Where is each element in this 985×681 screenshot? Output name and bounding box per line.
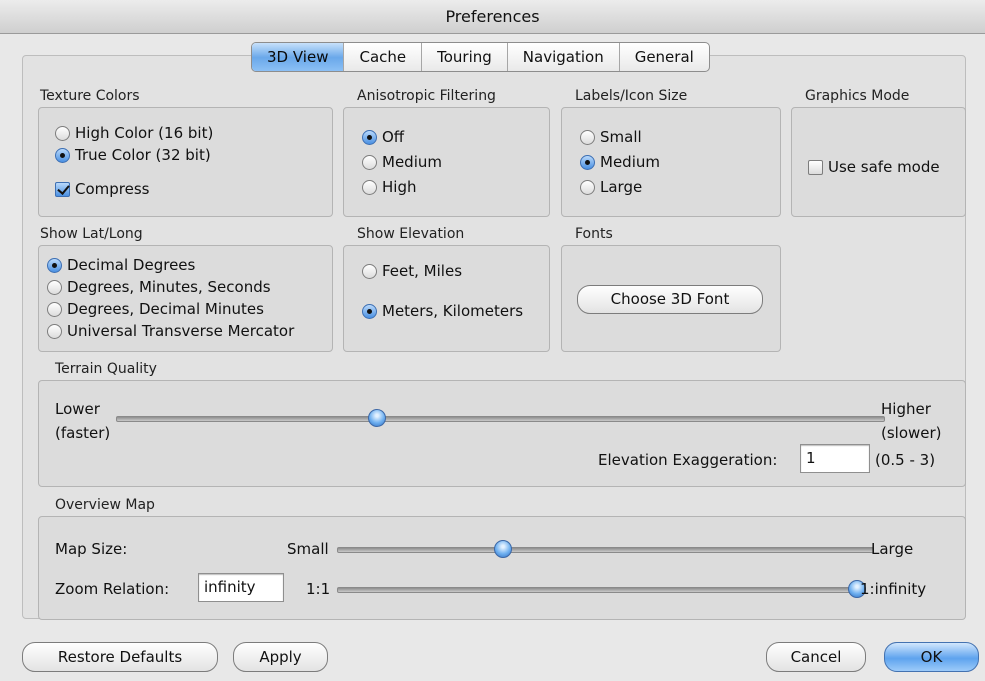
- zoom-relation-input[interactable]: infinity: [198, 573, 284, 602]
- radio-size-small[interactable]: Small: [580, 128, 642, 146]
- radio-button[interactable]: [580, 154, 595, 170]
- elevation-exaggeration-range: (0.5 - 3): [875, 451, 936, 469]
- elevation-exaggeration-label: Elevation Exaggeration:: [598, 451, 778, 469]
- radio-label: Medium: [600, 153, 660, 171]
- radio-button[interactable]: [362, 129, 377, 145]
- terrain-higher-label: Higher: [881, 400, 931, 418]
- radio-button[interactable]: [47, 301, 62, 317]
- map-size-label: Map Size:: [55, 540, 128, 558]
- radio-label: Medium: [382, 153, 442, 171]
- map-size-slider-knob[interactable]: [493, 540, 512, 558]
- radio-label: Degrees, Minutes, Seconds: [67, 278, 271, 296]
- map-size-small-label: Small: [287, 540, 329, 558]
- fonts-label: Fonts: [575, 226, 613, 242]
- safe-mode-checkbox[interactable]: Use safe mode: [808, 158, 940, 176]
- radio-size-large[interactable]: Large: [580, 178, 642, 196]
- overview-map-label: Overview Map: [55, 497, 155, 513]
- tab-bar: 3D View Cache Touring Navigation General: [251, 42, 710, 72]
- radio-button[interactable]: [47, 279, 62, 295]
- checkbox[interactable]: [808, 159, 823, 175]
- apply-button[interactable]: Apply: [233, 642, 328, 672]
- radio-label: Off: [382, 128, 405, 146]
- radio-label: Meters, Kilometers: [382, 302, 524, 320]
- radio-button[interactable]: [47, 257, 62, 273]
- radio-label: High: [382, 178, 417, 196]
- texture-colors-label: Texture Colors: [40, 88, 140, 104]
- radio-size-medium[interactable]: Medium: [580, 153, 660, 171]
- map-size-slider[interactable]: [337, 547, 874, 553]
- checkbox[interactable]: [55, 181, 70, 197]
- radio-label: Feet, Miles: [382, 262, 463, 280]
- terrain-quality-slider-knob[interactable]: [367, 409, 386, 427]
- terrain-lower-label: Lower: [55, 400, 100, 418]
- labels-icon-size-label: Labels/Icon Size: [575, 88, 688, 104]
- tab-general[interactable]: General: [618, 43, 709, 71]
- radio-label: High Color (16 bit): [75, 124, 214, 142]
- radio-aniso-medium[interactable]: Medium: [362, 153, 442, 171]
- radio-button[interactable]: [55, 125, 70, 141]
- tab-cache[interactable]: Cache: [343, 43, 421, 71]
- zoom-relation-slider[interactable]: [337, 587, 859, 593]
- radio-aniso-off[interactable]: Off: [362, 128, 404, 146]
- show-lat-long-label: Show Lat/Long: [40, 226, 143, 242]
- tab-touring[interactable]: Touring: [421, 43, 507, 71]
- radio-button[interactable]: [47, 323, 62, 339]
- radio-decimal-minutes[interactable]: Degrees, Decimal Minutes: [47, 300, 264, 318]
- radio-feet-miles[interactable]: Feet, Miles: [362, 262, 462, 280]
- terrain-quality-label: Terrain Quality: [55, 361, 157, 377]
- radio-dms[interactable]: Degrees, Minutes, Seconds: [47, 278, 271, 296]
- radio-label: True Color (32 bit): [75, 146, 211, 164]
- tab-navigation[interactable]: Navigation: [506, 43, 619, 71]
- ok-button[interactable]: OK: [884, 642, 979, 672]
- cancel-button[interactable]: Cancel: [766, 642, 866, 672]
- zoom-min-label: 1:1: [306, 580, 331, 598]
- radio-button[interactable]: [55, 147, 70, 163]
- terrain-quality-slider[interactable]: [116, 416, 885, 422]
- choose-3d-font-button[interactable]: Choose 3D Font: [577, 285, 763, 314]
- show-elevation-label: Show Elevation: [357, 226, 465, 242]
- checkbox-label: Use safe mode: [828, 158, 940, 176]
- graphics-mode-label: Graphics Mode: [805, 88, 910, 104]
- terrain-higher-sublabel: (slower): [881, 424, 942, 442]
- radio-label: Universal Transverse Mercator: [67, 322, 295, 340]
- compress-checkbox[interactable]: Compress: [55, 180, 149, 198]
- terrain-lower-sublabel: (faster): [55, 424, 111, 442]
- radio-button[interactable]: [362, 303, 377, 319]
- radio-button[interactable]: [580, 129, 595, 145]
- radio-meters-km[interactable]: Meters, Kilometers: [362, 302, 523, 320]
- radio-label: Large: [600, 178, 643, 196]
- radio-label: Degrees, Decimal Minutes: [67, 300, 264, 318]
- radio-utm[interactable]: Universal Transverse Mercator: [47, 322, 294, 340]
- radio-label: Decimal Degrees: [67, 256, 196, 274]
- zoom-max-label: 1:infinity: [860, 580, 927, 598]
- restore-defaults-button[interactable]: Restore Defaults: [22, 642, 218, 672]
- radio-button[interactable]: [580, 179, 595, 195]
- radio-button[interactable]: [362, 179, 377, 195]
- map-size-large-label: Large: [871, 540, 914, 558]
- anisotropic-label: Anisotropic Filtering: [357, 88, 496, 104]
- radio-label: Small: [600, 128, 642, 146]
- radio-true-color[interactable]: True Color (32 bit): [55, 146, 211, 164]
- radio-decimal-degrees[interactable]: Decimal Degrees: [47, 256, 195, 274]
- zoom-relation-label: Zoom Relation:: [55, 580, 170, 598]
- checkbox-label: Compress: [75, 180, 150, 198]
- overview-map-group: [38, 516, 966, 620]
- radio-aniso-high[interactable]: High: [362, 178, 416, 196]
- radio-button[interactable]: [362, 263, 377, 279]
- elevation-exaggeration-input[interactable]: 1: [800, 444, 870, 473]
- window-title: Preferences: [0, 0, 985, 34]
- tab-3d-view[interactable]: 3D View: [252, 43, 344, 71]
- radio-high-color[interactable]: High Color (16 bit): [55, 124, 213, 142]
- radio-button[interactable]: [362, 154, 377, 170]
